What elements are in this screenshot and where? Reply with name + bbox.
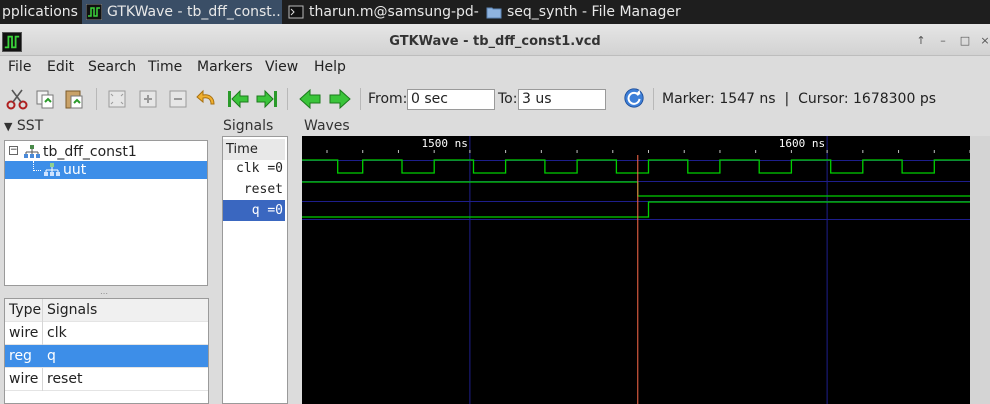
tree-item-label: tb_dff_const1 [43, 144, 137, 160]
to-input[interactable]: 3 us [518, 89, 606, 110]
table-row[interactable]: wire reset [5, 368, 208, 391]
minimize-button[interactable]: – [936, 35, 950, 47]
menu-time[interactable]: Time [148, 59, 182, 75]
taskbar-label: pplications [2, 4, 78, 20]
column-divider [42, 322, 43, 345]
menu-bar: File Edit Search Time Markers View Help [0, 56, 990, 78]
copy-icon[interactable] [33, 88, 57, 110]
reload-icon[interactable] [622, 87, 646, 109]
menu-view[interactable]: View [265, 59, 298, 75]
page-left-icon[interactable] [298, 88, 322, 110]
menu-search[interactable]: Search [88, 59, 136, 75]
table-row[interactable]: reg q [5, 345, 208, 368]
menu-markers[interactable]: Markers [197, 59, 253, 75]
toolbar-separator [653, 88, 654, 110]
zoom-in-icon[interactable] [136, 88, 160, 110]
menu-edit[interactable]: Edit [47, 59, 74, 75]
taskbar-terminal[interactable]: tharun.m@samsung-pd-... [284, 0, 480, 24]
cut-icon[interactable] [5, 88, 29, 110]
zoom-out-icon[interactable] [166, 88, 190, 110]
taskbar: pplications GTKWave - tb_dff_const... th… [0, 0, 990, 24]
column-divider [42, 299, 43, 322]
sst-tree[interactable]: − tb_dff_const1 uut [4, 140, 208, 286]
window-title: GTKWave - tb_dff_const1.vcd [389, 34, 601, 49]
table-row[interactable]: wire clk [5, 322, 208, 345]
signal-type: wire [9, 371, 39, 387]
tree-item-label: uut [63, 162, 87, 178]
signal-type: wire [9, 325, 39, 341]
taskbar-applications[interactable]: pplications [0, 0, 80, 24]
undo-zoom-icon[interactable] [195, 88, 219, 110]
signal-type: reg [9, 348, 32, 364]
signal-name: reset [47, 371, 83, 387]
table-header: Type Signals [5, 299, 208, 322]
menu-file[interactable]: File [8, 59, 31, 75]
wave-q [302, 201, 970, 218]
pane-splitter[interactable] [292, 118, 300, 404]
signal-name: q [47, 348, 56, 364]
time-tick-label: 1500 ns [422, 137, 468, 150]
maximize-button[interactable]: □ [958, 35, 972, 47]
tree-line [33, 161, 41, 171]
taskbar-file-manager[interactable]: seq_synth - File Manager [482, 0, 682, 24]
toolbar-separator [287, 88, 288, 110]
taskbar-label: seq_synth - File Manager [507, 4, 681, 20]
paste-icon[interactable] [62, 88, 86, 110]
gtkwave-icon [86, 4, 102, 20]
toolbar-separator [360, 88, 361, 110]
from-input[interactable]: 0 sec [407, 89, 495, 110]
signals-header: Signals [223, 118, 274, 134]
sst-header[interactable]: ▼ SST [4, 118, 43, 134]
signals-column-header[interactable]: Signals [47, 302, 97, 318]
folder-icon [486, 7, 502, 19]
toolbar-separator [96, 88, 97, 110]
signal-item-reset[interactable]: reset =0 [223, 179, 285, 218]
wave-reset [302, 181, 970, 197]
tree-expander-icon: − [9, 145, 18, 155]
title-bar: GTKWave - tb_dff_const1.vcd ↑ – □ × [0, 24, 990, 56]
taskbar-label: GTKWave - tb_dff_const... [107, 4, 282, 20]
signals-type-table: Type Signals wire clk reg q wire reset [4, 298, 209, 404]
pane-resize-grip[interactable]: ⋯ [100, 289, 109, 298]
to-label: To: [498, 91, 518, 107]
signal-item-clk[interactable]: clk =0 [223, 158, 285, 179]
marker-cursor-readout: Marker: 1547 ns | Cursor: 1678300 ps [662, 91, 936, 107]
waveform-plot[interactable]: 1500 ns 1600 ns [302, 136, 970, 404]
module-icon [24, 145, 40, 158]
taskbar-gtkwave[interactable]: GTKWave - tb_dff_const... [82, 0, 282, 24]
from-label: From: [368, 91, 408, 107]
waves-header: Waves [304, 118, 350, 134]
menu-help[interactable]: Help [314, 59, 346, 75]
terminal-icon [288, 5, 304, 19]
sst-header-label: SST [16, 118, 44, 134]
pane-splitter[interactable] [212, 118, 218, 404]
type-column-header[interactable]: Type [9, 302, 41, 318]
column-divider [42, 368, 43, 391]
toolbar: From: 0 sec To: 3 us Marker: 1547 ns | C… [0, 80, 990, 118]
signals-list[interactable]: Time clk =0 reset =0 q =0 [222, 136, 288, 404]
signal-name: clk [47, 325, 67, 341]
time-tick-label: 1600 ns [779, 137, 825, 150]
tree-item-uut[interactable]: uut [5, 161, 207, 179]
zoom-start-icon[interactable] [226, 88, 250, 110]
tree-item-tb-dff-const1[interactable]: − tb_dff_const1 [5, 143, 207, 161]
time-label: Time [223, 139, 285, 160]
taskbar-label: tharun.m@samsung-pd-... [309, 4, 480, 20]
module-icon [44, 163, 60, 176]
signal-item-q[interactable]: q =0 [223, 200, 285, 221]
always-on-top-button[interactable]: ↑ [914, 35, 928, 47]
page-right-icon[interactable] [328, 88, 352, 110]
close-button[interactable]: × [978, 35, 990, 47]
waves-canvas[interactable]: 1500 ns 1600 ns [302, 136, 970, 404]
collapse-triangle-icon: ▼ [4, 120, 13, 133]
zoom-fit-icon[interactable] [105, 88, 129, 110]
wave-clk [302, 159, 970, 174]
vertical-scrollbar[interactable] [970, 136, 990, 404]
zoom-end-icon[interactable] [255, 88, 279, 110]
